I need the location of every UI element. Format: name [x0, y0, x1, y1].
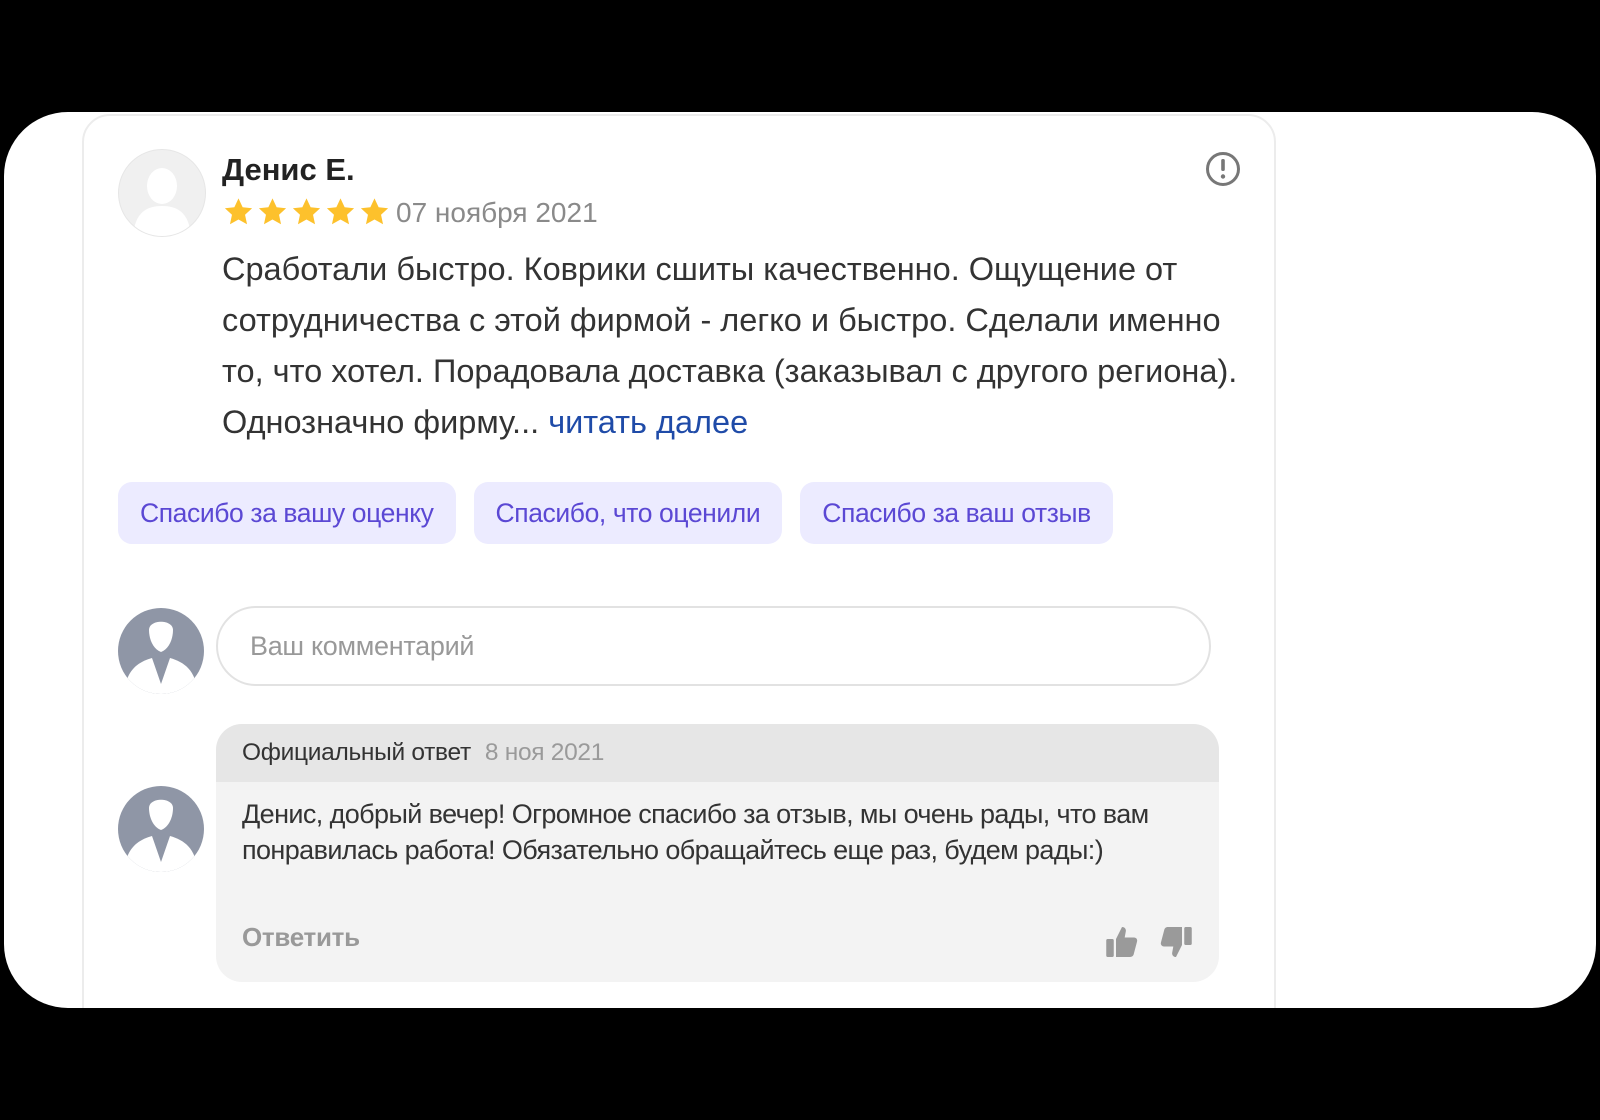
user-silhouette-icon	[118, 608, 204, 694]
official-reply-date: 8 ноя 2021	[484, 739, 605, 766]
official-reply-header: Официальный ответ 8 ноя 2021	[216, 724, 1219, 782]
author-name[interactable]: Денис Е.	[222, 152, 355, 188]
comment-placeholder: Ваш комментарий	[250, 630, 475, 661]
review-text: Сработали быстро. Коврики сшиты качестве…	[222, 244, 1242, 448]
quick-reply-chip[interactable]: Спасибо, что оценили	[473, 482, 783, 544]
user-silhouette-icon	[118, 786, 204, 872]
star-icon	[224, 198, 253, 225]
star-icon	[360, 198, 389, 225]
quick-reply-chip[interactable]: Спасибо за ваш отзыв	[800, 482, 1113, 544]
star-icon	[258, 198, 287, 225]
comment-input[interactable]: Ваш комментарий	[216, 606, 1211, 686]
quick-reply-chip[interactable]: Спасибо за вашу оценку	[118, 482, 456, 544]
read-more-link[interactable]: читать далее	[548, 404, 748, 440]
reply-button[interactable]: Ответить	[242, 922, 360, 953]
author-avatar-icon[interactable]	[118, 149, 206, 237]
info-icon[interactable]	[1204, 150, 1242, 188]
review-card: Денис Е. 07 ноября 2021 Сработали быстро…	[82, 114, 1276, 1008]
official-reply-text: Денис, добрый вечер! Огромное спасибо за…	[242, 799, 1149, 865]
official-reply: Официальный ответ 8 ноя 2021 Денис, добр…	[216, 724, 1219, 982]
official-reply-title: Официальный ответ	[242, 739, 471, 766]
rating-stars	[222, 196, 391, 228]
thumb-down-icon[interactable]	[1158, 922, 1194, 962]
quick-replies: Спасибо за вашу оценку Спасибо, что оцен…	[118, 482, 1113, 544]
star-icon	[292, 198, 321, 225]
review-date: 07 ноября 2021	[396, 197, 598, 228]
content-frame: Денис Е. 07 ноября 2021 Сработали быстро…	[4, 112, 1596, 1008]
star-icon	[326, 198, 355, 225]
thumb-up-icon[interactable]	[1104, 922, 1140, 962]
